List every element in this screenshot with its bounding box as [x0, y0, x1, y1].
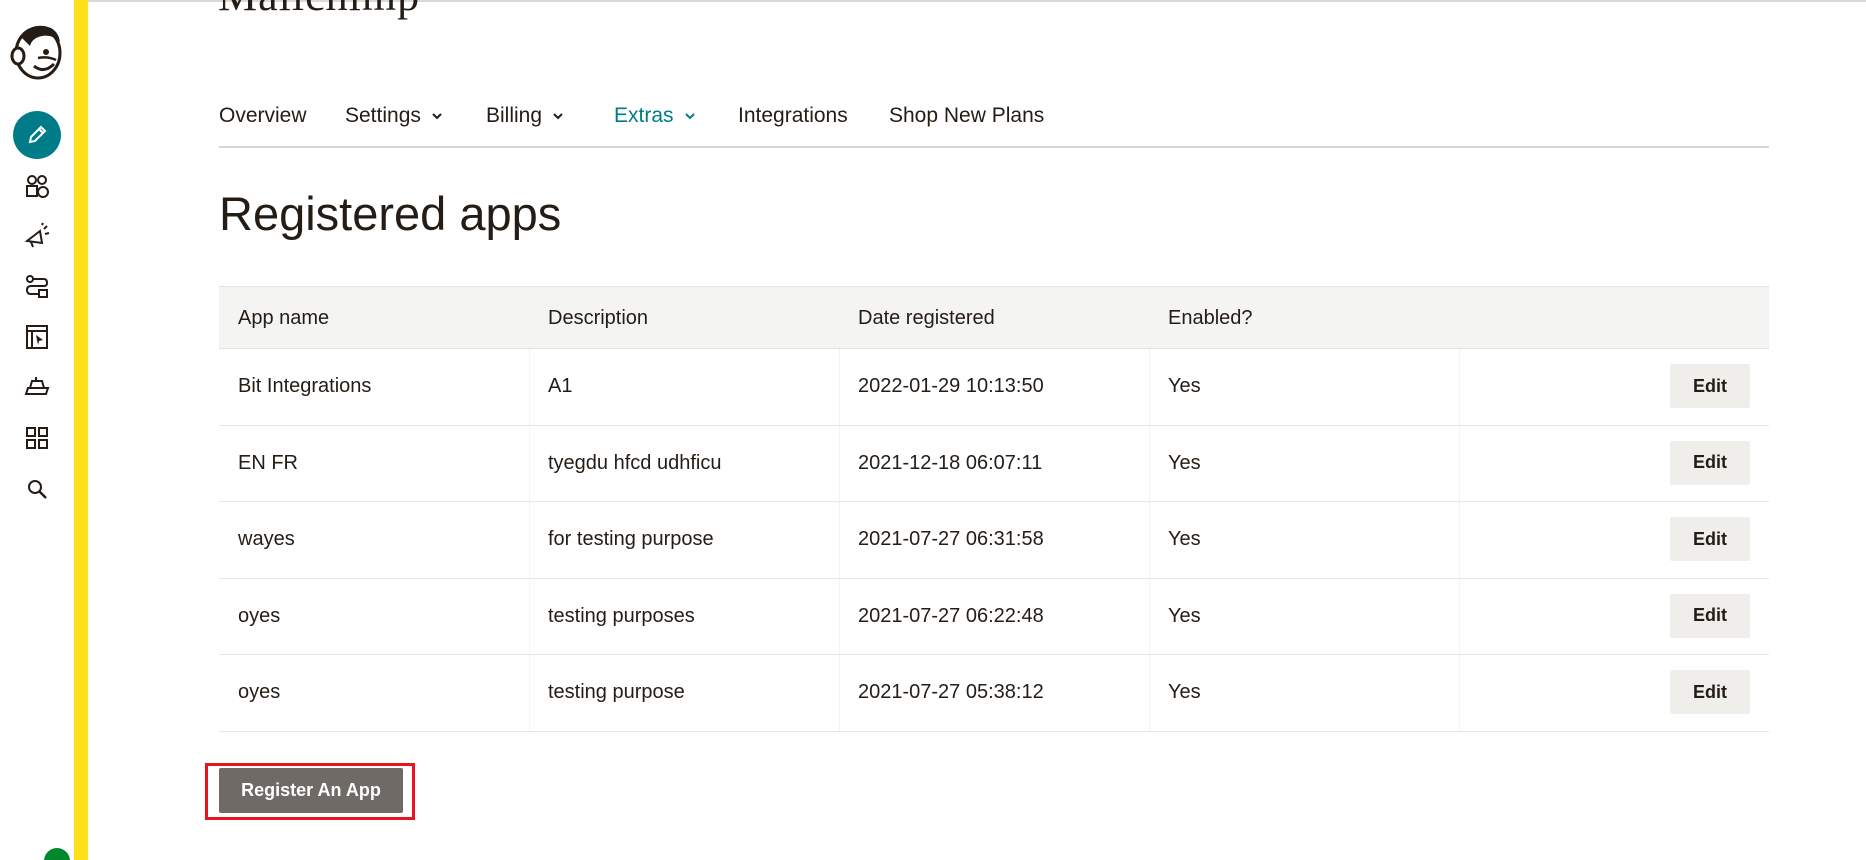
edit-button[interactable]: Edit [1670, 593, 1750, 638]
tab-label: Billing [486, 104, 543, 127]
description-cell: for testing purpose [548, 528, 714, 550]
chevron-down-icon [684, 113, 695, 120]
edit-button[interactable]: Edit [1670, 364, 1750, 408]
search-icon[interactable] [13, 465, 61, 513]
website-icon[interactable] [13, 313, 61, 361]
content-icon[interactable] [13, 363, 61, 411]
edit-button[interactable]: Edit [1670, 440, 1750, 485]
enabled-cell: Yes [1168, 604, 1201, 627]
account-status-badge[interactable] [44, 848, 70, 860]
brand-heading: Mailchimp [218, 0, 420, 21]
table-row: oyes testing purpose 2021-07-27 05:38:12… [219, 655, 1769, 732]
enabled-cell: Yes [1168, 451, 1201, 474]
account-nav-tabs: Overview Settings Billing Extras Integra… [219, 96, 1769, 148]
column-header-description: Description [548, 307, 649, 329]
sidebar [0, 0, 74, 860]
tab-label: Integrations [738, 104, 848, 127]
registered-apps-table: App name Description Date registered Ena… [219, 286, 1769, 732]
audience-icon[interactable] [13, 162, 61, 210]
enabled-cell: Yes [1168, 528, 1201, 550]
table-row: EN FR tyegdu hfcd udhficu 2021-12-18 06:… [219, 425, 1769, 502]
tab-label: Settings [345, 104, 421, 127]
column-header-enabled: Enabled? [1168, 307, 1253, 329]
chevron-down-icon [432, 113, 442, 120]
page-title: Registered apps [219, 187, 562, 240]
edit-button[interactable]: Edit [1670, 517, 1750, 561]
integrations-grid-icon[interactable] [13, 414, 61, 462]
mailchimp-logo-icon[interactable] [8, 20, 66, 82]
register-app-button[interactable]: Register An App [219, 768, 403, 813]
edit-button[interactable]: Edit [1670, 670, 1750, 714]
tab-label: Overview [219, 104, 307, 127]
tab-label: Extras [614, 104, 674, 127]
app-name-cell: Bit Integrations [238, 375, 372, 397]
tab-label: Shop New Plans [889, 104, 1045, 127]
table-row: Bit Integrations A1 2022-01-29 10:13:50 … [219, 349, 1769, 426]
tab-settings[interactable]: Settings [345, 104, 443, 128]
date-cell: 2021-12-18 06:07:11 [858, 451, 1043, 474]
tab-extras[interactable]: Extras [614, 104, 696, 128]
date-cell: 2022-01-29 10:13:50 [858, 375, 1044, 397]
automations-icon[interactable] [13, 262, 61, 310]
sidebar-accent-stripe [74, 0, 88, 860]
chevron-down-icon [553, 113, 563, 120]
app-name-cell: oyes [238, 681, 281, 703]
app-name-cell: EN FR [238, 451, 298, 474]
date-cell: 2021-07-27 05:38:12 [858, 681, 1044, 703]
create-pencil-icon[interactable] [13, 111, 61, 159]
table-row: wayes for testing purpose 2021-07-27 06:… [219, 502, 1769, 579]
tab-billing[interactable]: Billing [486, 104, 564, 128]
table-header: App name Description Date registered Ena… [219, 286, 1769, 349]
date-cell: 2021-07-27 06:31:58 [858, 528, 1044, 550]
description-cell: tyegdu hfcd udhficu [548, 451, 722, 474]
enabled-cell: Yes [1168, 375, 1201, 397]
tab-shop-new-plans[interactable]: Shop New Plans [889, 104, 1044, 128]
description-cell: testing purposes [548, 604, 695, 627]
description-cell: testing purpose [548, 681, 685, 703]
tab-integrations[interactable]: Integrations [738, 104, 848, 128]
enabled-cell: Yes [1168, 681, 1201, 703]
date-cell: 2021-07-27 06:22:48 [858, 604, 1044, 627]
column-header-app-name: App name [238, 307, 330, 329]
app-name-cell: oyes [238, 604, 281, 627]
table-row: oyes testing purposes 2021-07-27 06:22:4… [219, 578, 1769, 655]
campaigns-megaphone-icon[interactable] [13, 212, 61, 260]
description-cell: A1 [548, 375, 573, 397]
tab-overview[interactable]: Overview [219, 104, 307, 128]
app-name-cell: wayes [238, 528, 295, 550]
column-header-date-registered: Date registered [858, 307, 995, 329]
